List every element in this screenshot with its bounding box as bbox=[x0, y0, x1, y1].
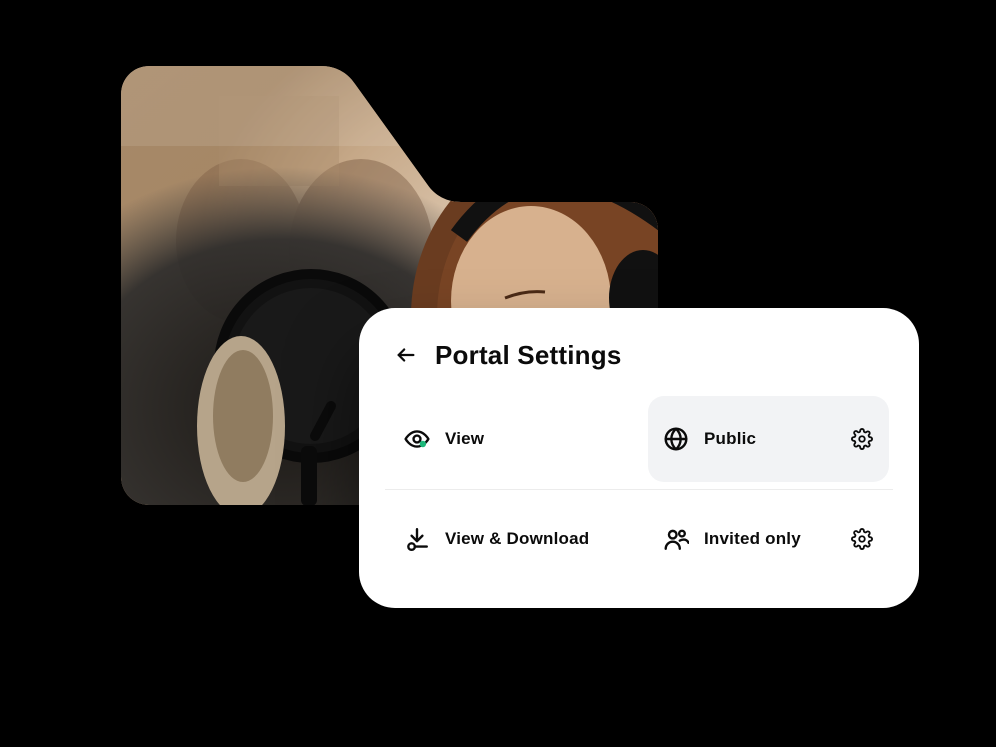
settings-button[interactable] bbox=[849, 526, 875, 552]
globe-icon bbox=[662, 425, 690, 453]
settings-button[interactable] bbox=[849, 426, 875, 452]
users-icon bbox=[662, 525, 690, 553]
options-grid: View Public bbox=[389, 396, 889, 582]
option-view-download[interactable]: View & Download bbox=[389, 496, 630, 582]
eye-icon bbox=[403, 425, 431, 453]
panel-header: Portal Settings bbox=[389, 338, 889, 380]
option-public[interactable]: Public bbox=[648, 396, 889, 482]
panel-title: Portal Settings bbox=[435, 342, 621, 368]
option-label: Invited only bbox=[704, 529, 835, 549]
back-button[interactable] bbox=[391, 340, 421, 370]
arrow-left-icon bbox=[395, 344, 417, 366]
option-invited-only[interactable]: Invited only bbox=[648, 496, 889, 582]
option-label: View & Download bbox=[445, 529, 616, 549]
option-label: Public bbox=[704, 429, 835, 449]
gear-icon bbox=[851, 528, 873, 550]
download-icon bbox=[403, 525, 431, 553]
portal-settings-panel: Portal Settings View bbox=[359, 308, 919, 608]
option-view[interactable]: View bbox=[389, 396, 630, 482]
gear-icon bbox=[851, 428, 873, 450]
option-label: View bbox=[445, 429, 616, 449]
